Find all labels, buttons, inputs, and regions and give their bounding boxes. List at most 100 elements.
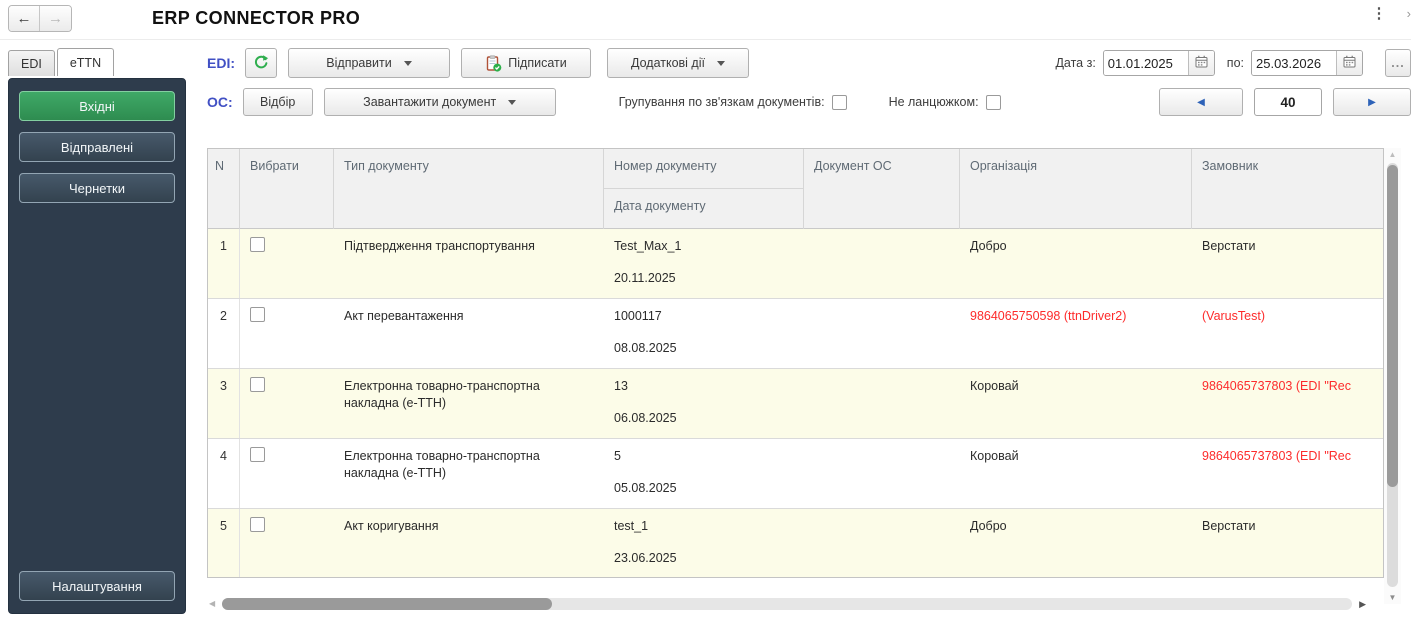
organization-cell: Добро — [970, 519, 1007, 533]
header-doc-type[interactable]: Тип документу — [334, 149, 604, 229]
oc-toolbar: ОС: Відбір Завантажити документ Групуван… — [207, 88, 1411, 116]
header-doc-os[interactable]: Документ ОС — [804, 149, 960, 229]
doc-os-cell — [804, 299, 960, 368]
next-page-button[interactable]: ▶ — [1333, 88, 1411, 116]
header-n[interactable]: N — [208, 149, 240, 229]
edge-chevron-icon[interactable]: › — [1407, 6, 1411, 21]
row-checkbox[interactable] — [250, 307, 265, 322]
horizontal-scrollbar[interactable]: ◀ ▶ — [207, 596, 1384, 612]
table-row[interactable]: 2 Акт перевантаження 1000117 08.08.2025 … — [208, 299, 1383, 369]
doc-os-cell — [804, 229, 960, 298]
doc-type-cell: Акт коригування — [344, 519, 439, 533]
scroll-down-icon[interactable]: ▼ — [1384, 593, 1401, 602]
table-header: N Вибрати Тип документу Номер документу … — [208, 149, 1383, 229]
sidebar-panel: Вхідні Відправлені Чернетки Налаштування — [8, 78, 186, 614]
table-row[interactable]: 1 Підтвердження транспортування Test_Max… — [208, 229, 1383, 299]
row-number: 5 — [208, 509, 240, 577]
page-size-box[interactable]: 40 — [1254, 88, 1322, 116]
header-doc-number[interactable]: Номер документу — [604, 149, 803, 189]
table-row[interactable]: 3 Електронна товарно-транспортна накладн… — [208, 369, 1383, 439]
row-checkbox[interactable] — [250, 237, 265, 252]
row-checkbox[interactable] — [250, 447, 265, 462]
doc-date: 08.08.2025 — [614, 340, 677, 355]
header-customer[interactable]: Замовник — [1192, 149, 1383, 229]
date-to-group — [1251, 50, 1363, 76]
customer-cell: (VarusTest) — [1202, 309, 1265, 323]
scroll-right-icon[interactable]: ▶ — [1359, 599, 1366, 610]
doc-number: Test_Max_1 — [614, 239, 682, 253]
row-number: 3 — [208, 369, 240, 438]
tab-ettn[interactable]: eTTN — [56, 48, 115, 76]
filter-button[interactable]: Відбір — [242, 88, 313, 116]
doc-date: 05.08.2025 — [614, 480, 677, 495]
doc-date: 06.08.2025 — [614, 410, 677, 425]
not-chain-checkbox[interactable] — [985, 94, 1001, 110]
edi-toolbar: EDI: Відправити Підписати Додаткові дії … — [207, 48, 1411, 78]
sign-button[interactable]: Підписати — [461, 48, 591, 78]
app-title: ERP CONNECTOR PRO — [152, 8, 361, 28]
table-body: 1 Підтвердження транспортування Test_Max… — [208, 229, 1383, 577]
date-from-input[interactable] — [1103, 51, 1188, 75]
organization-cell: 9864065750598 (ttnDriver2) — [970, 309, 1127, 323]
header-organization[interactable]: Організація — [960, 149, 1192, 229]
send-button-label: Відправити — [326, 56, 392, 70]
sidebar-item-drafts[interactable]: Чернетки — [19, 173, 175, 203]
load-document-label: Завантажити документ — [363, 95, 497, 109]
table-row[interactable]: 5 Акт коригування test_1 23.06.2025 Добр… — [208, 509, 1383, 577]
scroll-up-icon[interactable]: ▲ — [1384, 150, 1401, 159]
send-button[interactable]: Відправити — [288, 48, 450, 78]
doc-number: test_1 — [614, 519, 649, 533]
date-from-group — [1102, 50, 1215, 76]
doc-type-cell: Підтвердження транспортування — [344, 239, 535, 253]
forward-arrow-icon: → — [48, 10, 63, 27]
next-arrow-icon: ▶ — [1368, 96, 1376, 108]
header-doc-date[interactable]: Дата документу — [604, 189, 803, 229]
date-from-calendar-button[interactable] — [1187, 51, 1214, 75]
customer-cell: 9864065737803 (EDI "Rec — [1202, 379, 1351, 393]
ellipsis-button[interactable]: ... — [1385, 49, 1411, 77]
doc-number: 5 — [614, 449, 621, 463]
more-actions-button[interactable]: Додаткові дії — [607, 48, 749, 78]
calendar-icon — [1195, 55, 1208, 71]
doc-date: 20.11.2025 — [614, 270, 676, 285]
header-select[interactable]: Вибрати — [240, 149, 334, 229]
doc-os-cell — [804, 369, 960, 438]
sidebar-item-settings[interactable]: Налаштування — [19, 571, 175, 601]
group-by-links-checkbox[interactable] — [831, 94, 847, 110]
organization-cell: Коровай — [970, 379, 1019, 393]
row-checkbox[interactable] — [250, 517, 265, 532]
back-arrow-icon: ← — [16, 10, 32, 27]
doc-type-cell: Електронна товарно-транспортна накладна … — [344, 449, 540, 480]
documents-table: N Вибрати Тип документу Номер документу … — [207, 148, 1384, 578]
row-checkbox[interactable] — [250, 377, 265, 392]
top-bar: ← → ERP CONNECTOR PRO ⋮ › — [0, 0, 1411, 40]
number-date-cell: test_1 23.06.2025 — [604, 509, 804, 577]
chevron-down-icon — [716, 60, 725, 66]
kebab-menu-icon[interactable]: ⋮ — [1371, 4, 1387, 22]
date-to-calendar-button[interactable] — [1336, 51, 1362, 75]
not-chain-label: Не ланцюжком: — [888, 95, 979, 109]
nav-button-group: ← → — [8, 5, 72, 32]
forward-button[interactable]: → — [40, 6, 71, 31]
organization-cell: Добро — [970, 239, 1007, 253]
load-document-button[interactable]: Завантажити документ — [323, 88, 556, 116]
table-row[interactable]: 4 Електронна товарно-транспортна накладн… — [208, 439, 1383, 509]
prev-page-button[interactable]: ◀ — [1159, 88, 1243, 116]
number-date-cell: 13 06.08.2025 — [604, 369, 804, 438]
horizontal-scroll-thumb[interactable] — [222, 598, 552, 610]
back-button[interactable]: ← — [9, 6, 40, 31]
vertical-scroll-thumb[interactable] — [1387, 165, 1398, 487]
calendar-icon — [1343, 55, 1356, 71]
sidebar-item-inbox[interactable]: Вхідні — [19, 91, 175, 121]
date-to-input[interactable] — [1252, 51, 1336, 75]
tab-edi[interactable]: EDI — [8, 50, 55, 76]
doc-type-cell: Акт перевантаження — [344, 309, 464, 323]
customer-cell: Верстати — [1202, 519, 1256, 533]
sign-button-label: Підписати — [508, 56, 567, 70]
scroll-left-icon[interactable]: ◀ — [209, 599, 215, 608]
refresh-button[interactable] — [245, 48, 277, 78]
row-number: 1 — [208, 229, 240, 298]
sidebar-item-sent[interactable]: Відправлені — [19, 132, 175, 162]
sidebar-tabs: EDI eTTN — [8, 48, 116, 76]
vertical-scrollbar[interactable]: ▲ ▼ — [1384, 148, 1401, 604]
